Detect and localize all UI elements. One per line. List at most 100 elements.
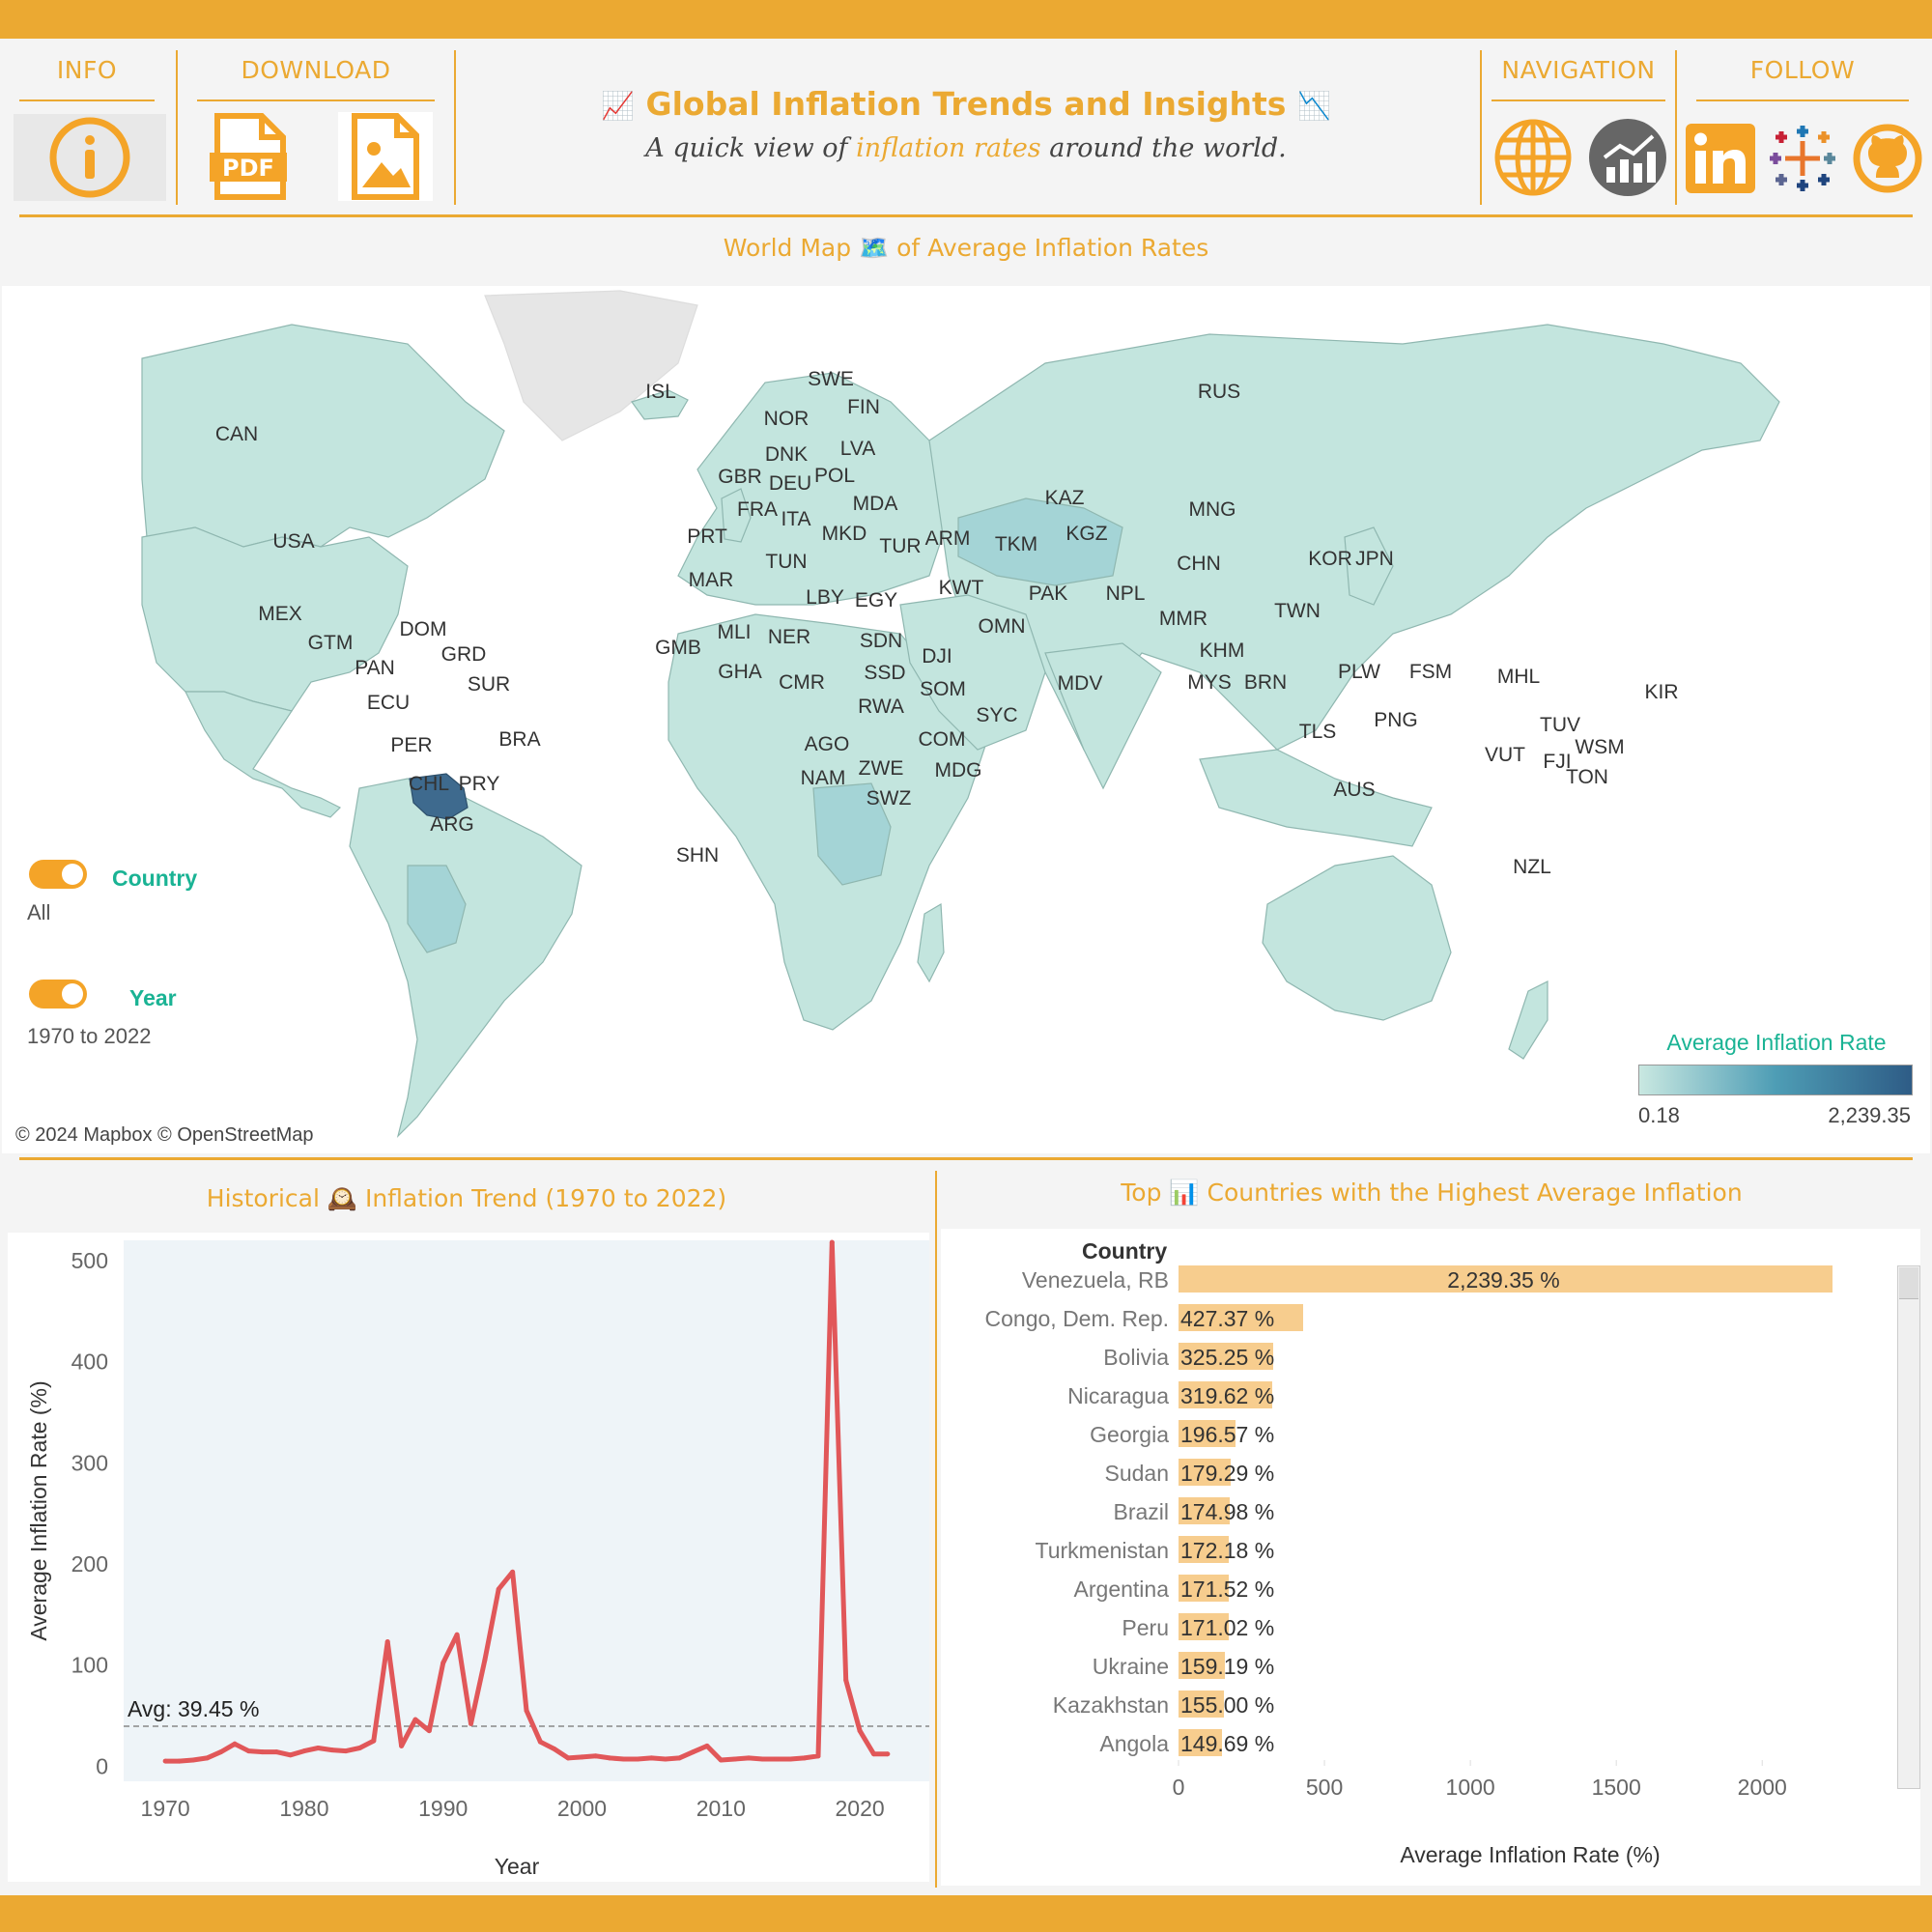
country-label[interactable]: PNG <box>1374 709 1418 732</box>
tableau-button[interactable] <box>1764 122 1841 195</box>
country-label[interactable]: SWE <box>808 368 854 391</box>
country-label[interactable]: COM <box>919 728 966 752</box>
country-label[interactable]: GHA <box>718 661 762 684</box>
country-label[interactable]: MNG <box>1189 498 1236 522</box>
country-label[interactable]: KGZ <box>1065 523 1107 546</box>
country-label[interactable]: PLW <box>1338 661 1380 684</box>
country-label[interactable]: TON <box>1566 766 1608 789</box>
year-filter-value[interactable]: 1970 to 2022 <box>27 1024 151 1049</box>
country-label[interactable]: FRA <box>737 498 778 522</box>
country-label[interactable]: RWA <box>858 696 904 719</box>
country-label[interactable]: USA <box>272 530 314 554</box>
country-label[interactable]: ECU <box>367 692 410 715</box>
country-label[interactable]: KIR <box>1644 681 1678 704</box>
nav-analytics-button[interactable] <box>1582 114 1673 201</box>
country-filter-toggle[interactable] <box>29 860 87 889</box>
country-label[interactable]: VUT <box>1485 744 1525 767</box>
country-label[interactable]: SOM <box>920 678 966 701</box>
country-label[interactable]: NZL <box>1513 856 1551 879</box>
country-label[interactable]: TUN <box>765 551 807 574</box>
country-label[interactable]: DJI <box>922 645 952 668</box>
country-label[interactable]: TWN <box>1274 600 1321 623</box>
nav-map-button[interactable] <box>1488 114 1578 201</box>
country-label[interactable]: AGO <box>805 733 850 756</box>
country-label[interactable]: MYS <box>1187 671 1232 695</box>
country-label[interactable]: TUV <box>1540 714 1580 737</box>
scrollbar[interactable] <box>1897 1265 1920 1789</box>
country-label[interactable]: FIN <box>847 396 880 419</box>
country-label[interactable]: PAK <box>1029 582 1067 606</box>
country-label[interactable]: CHN <box>1177 553 1221 576</box>
github-button[interactable] <box>1849 122 1926 195</box>
country-label[interactable]: ZWE <box>859 757 904 781</box>
trend-chart-panel[interactable]: 0 100 200 300 400 500 1970 1980 1990 2000 2010 2020… <box>8 1233 929 1882</box>
country-label[interactable]: KWT <box>939 577 984 600</box>
country-label[interactable]: MDV <box>1058 672 1103 696</box>
linkedin-button[interactable] <box>1685 122 1756 195</box>
country-label[interactable]: MEX <box>258 603 302 626</box>
country-label[interactable]: SYC <box>976 704 1017 727</box>
country-label[interactable]: KHM <box>1200 639 1245 663</box>
country-label[interactable]: ISL <box>645 381 676 404</box>
trend-chart[interactable]: 0 100 200 300 400 500 1970 1980 1990 2000 2010 2020… <box>8 1233 929 1882</box>
country-label[interactable]: FSM <box>1409 661 1452 684</box>
country-label[interactable]: MHL <box>1497 666 1540 689</box>
country-label[interactable]: MAR <box>689 569 734 592</box>
country-label[interactable]: CMR <box>779 671 825 695</box>
country-label[interactable]: OMN <box>979 615 1026 639</box>
country-label[interactable]: GMB <box>655 637 701 660</box>
country-label[interactable]: GRD <box>441 643 487 667</box>
country-label[interactable]: MLI <box>717 621 751 644</box>
country-label[interactable]: SDN <box>860 630 902 653</box>
country-label[interactable]: BRN <box>1244 671 1287 695</box>
sep-2 <box>454 50 456 205</box>
country-label[interactable]: WSM <box>1575 736 1624 759</box>
country-label[interactable]: TLS <box>1299 721 1337 744</box>
country-label[interactable]: PER <box>390 734 432 757</box>
country-label[interactable]: TKM <box>995 533 1037 556</box>
country-label[interactable]: SWZ <box>867 787 912 810</box>
country-label[interactable]: KOR <box>1308 548 1352 571</box>
country-label[interactable]: TUR <box>879 535 921 558</box>
country-label[interactable]: PRT <box>687 526 727 549</box>
country-label[interactable]: SHN <box>676 844 719 867</box>
country-label[interactable]: ITA <box>781 508 810 531</box>
country-label[interactable]: DNK <box>765 443 808 467</box>
country-label[interactable]: MMR <box>1159 608 1208 631</box>
country-label[interactable]: GTM <box>308 632 354 655</box>
scrollbar-thumb[interactable] <box>1899 1267 1918 1299</box>
country-label[interactable]: CAN <box>215 423 258 446</box>
country-label[interactable]: POL <box>814 465 855 488</box>
country-label[interactable]: DEU <box>769 472 811 496</box>
country-label[interactable]: KAZ <box>1045 487 1085 510</box>
country-label[interactable]: NAM <box>801 767 846 790</box>
country-label[interactable]: JPN <box>1355 548 1394 571</box>
country-label[interactable]: GBR <box>718 466 762 489</box>
country-label[interactable]: LVA <box>840 438 876 461</box>
world-map[interactable]: CAN USA MEX GTM PAN DOM GRD SUR ECU PER … <box>2 286 1930 1153</box>
country-label[interactable]: DOM <box>400 618 447 641</box>
top-countries-panel[interactable]: Country Venezuela, RB 2,239.35 % Congo, De… <box>941 1229 1920 1886</box>
country-label[interactable]: NER <box>768 626 810 649</box>
country-label[interactable]: CHL <box>409 773 449 796</box>
year-filter-toggle[interactable] <box>29 980 87 1009</box>
trend-point <box>552 1747 557 1752</box>
country-label[interactable]: LBY <box>806 586 844 610</box>
country-label[interactable]: AUS <box>1333 779 1375 802</box>
country-label[interactable]: NOR <box>764 408 810 431</box>
country-label[interactable]: EGY <box>855 589 897 612</box>
country-label[interactable]: RUS <box>1198 381 1240 404</box>
map-attribution[interactable]: © 2024 Mapbox © OpenStreetMap <box>10 1122 320 1149</box>
country-filter-value[interactable]: All <box>27 900 50 925</box>
country-label[interactable]: SUR <box>468 673 510 696</box>
country-label[interactable]: BRA <box>498 728 540 752</box>
country-label[interactable]: ARM <box>925 527 971 551</box>
country-label[interactable]: NPL <box>1106 582 1146 606</box>
country-label[interactable]: PRY <box>459 773 500 796</box>
country-label[interactable]: MKD <box>822 523 867 546</box>
country-label[interactable]: SSD <box>864 662 905 685</box>
country-label[interactable]: MDG <box>935 759 982 782</box>
country-label[interactable]: MDA <box>853 493 898 516</box>
country-label[interactable]: PAN <box>355 657 395 680</box>
country-label[interactable]: ARG <box>430 813 474 837</box>
